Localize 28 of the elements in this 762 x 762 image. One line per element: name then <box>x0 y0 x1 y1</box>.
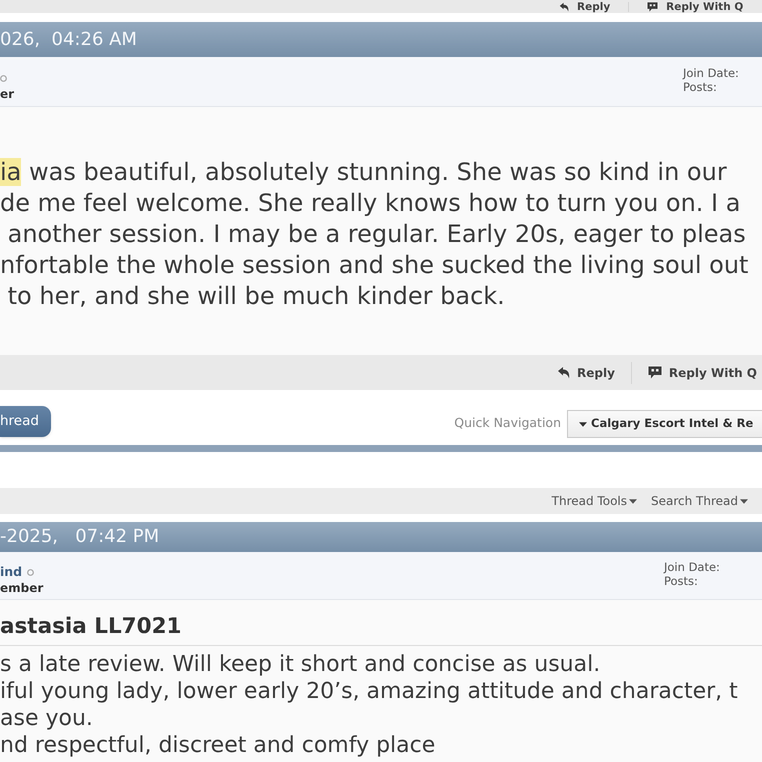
reply-button[interactable]: Reply <box>557 364 615 382</box>
thread-button[interactable]: hread <box>0 406 51 437</box>
post-date: 026, 04:26 AM <box>0 30 137 48</box>
user-stat-label: Posts: <box>683 80 718 94</box>
post-date: -2025, 07:42 PM <box>0 528 160 546</box>
thread-menu-button[interactable]: Search Thread <box>651 495 748 507</box>
user-stat-label: Posts: <box>664 574 699 588</box>
user-rank: er <box>0 87 14 102</box>
user-stat-label: Join Date: <box>683 66 740 80</box>
reply-with-quote-button[interactable]: Reply With Q <box>647 0 744 12</box>
quick-navigation-dropdown[interactable]: Calgary Escort Intel & Re <box>567 410 762 438</box>
user-stat-label: Join Date: <box>664 560 721 574</box>
caret-icon <box>579 422 587 426</box>
dropdown-value: Calgary Escort Intel & Re <box>591 418 754 430</box>
reply-button[interactable]: Reply <box>559 0 610 12</box>
speech-bubble-icon <box>648 366 662 379</box>
quick-navigation-label: Quick Navigation <box>454 417 561 430</box>
caret-icon <box>740 498 748 504</box>
reply-with-quote-button[interactable]: Reply With Q <box>648 364 757 382</box>
caret-icon <box>629 498 637 504</box>
user-rank: ember <box>0 581 44 596</box>
reply-icon <box>557 366 570 379</box>
post-text: ia was beautiful, absolutely stunning. She was so kind in our de me feel welcome. She really knows how to turn you on. I a another session. I may be a regular. Early 20s, eager to pleas nfortable the whole session and she sucked the living soul out to her, and she will be much kinder back. <box>0 157 748 312</box>
username-link[interactable]: ind <box>0 566 22 579</box>
post-title: astasia LL7021 <box>0 616 182 638</box>
reply-icon <box>559 2 569 12</box>
post-text: s a late review. Will keep it short and concise as usual. iful young lady, lower early 20’s, amazing attitude and character, t ase you. nd respectful, discreet and comfy place <box>0 651 738 759</box>
thread-menu-button[interactable]: Thread Tools <box>552 495 637 507</box>
